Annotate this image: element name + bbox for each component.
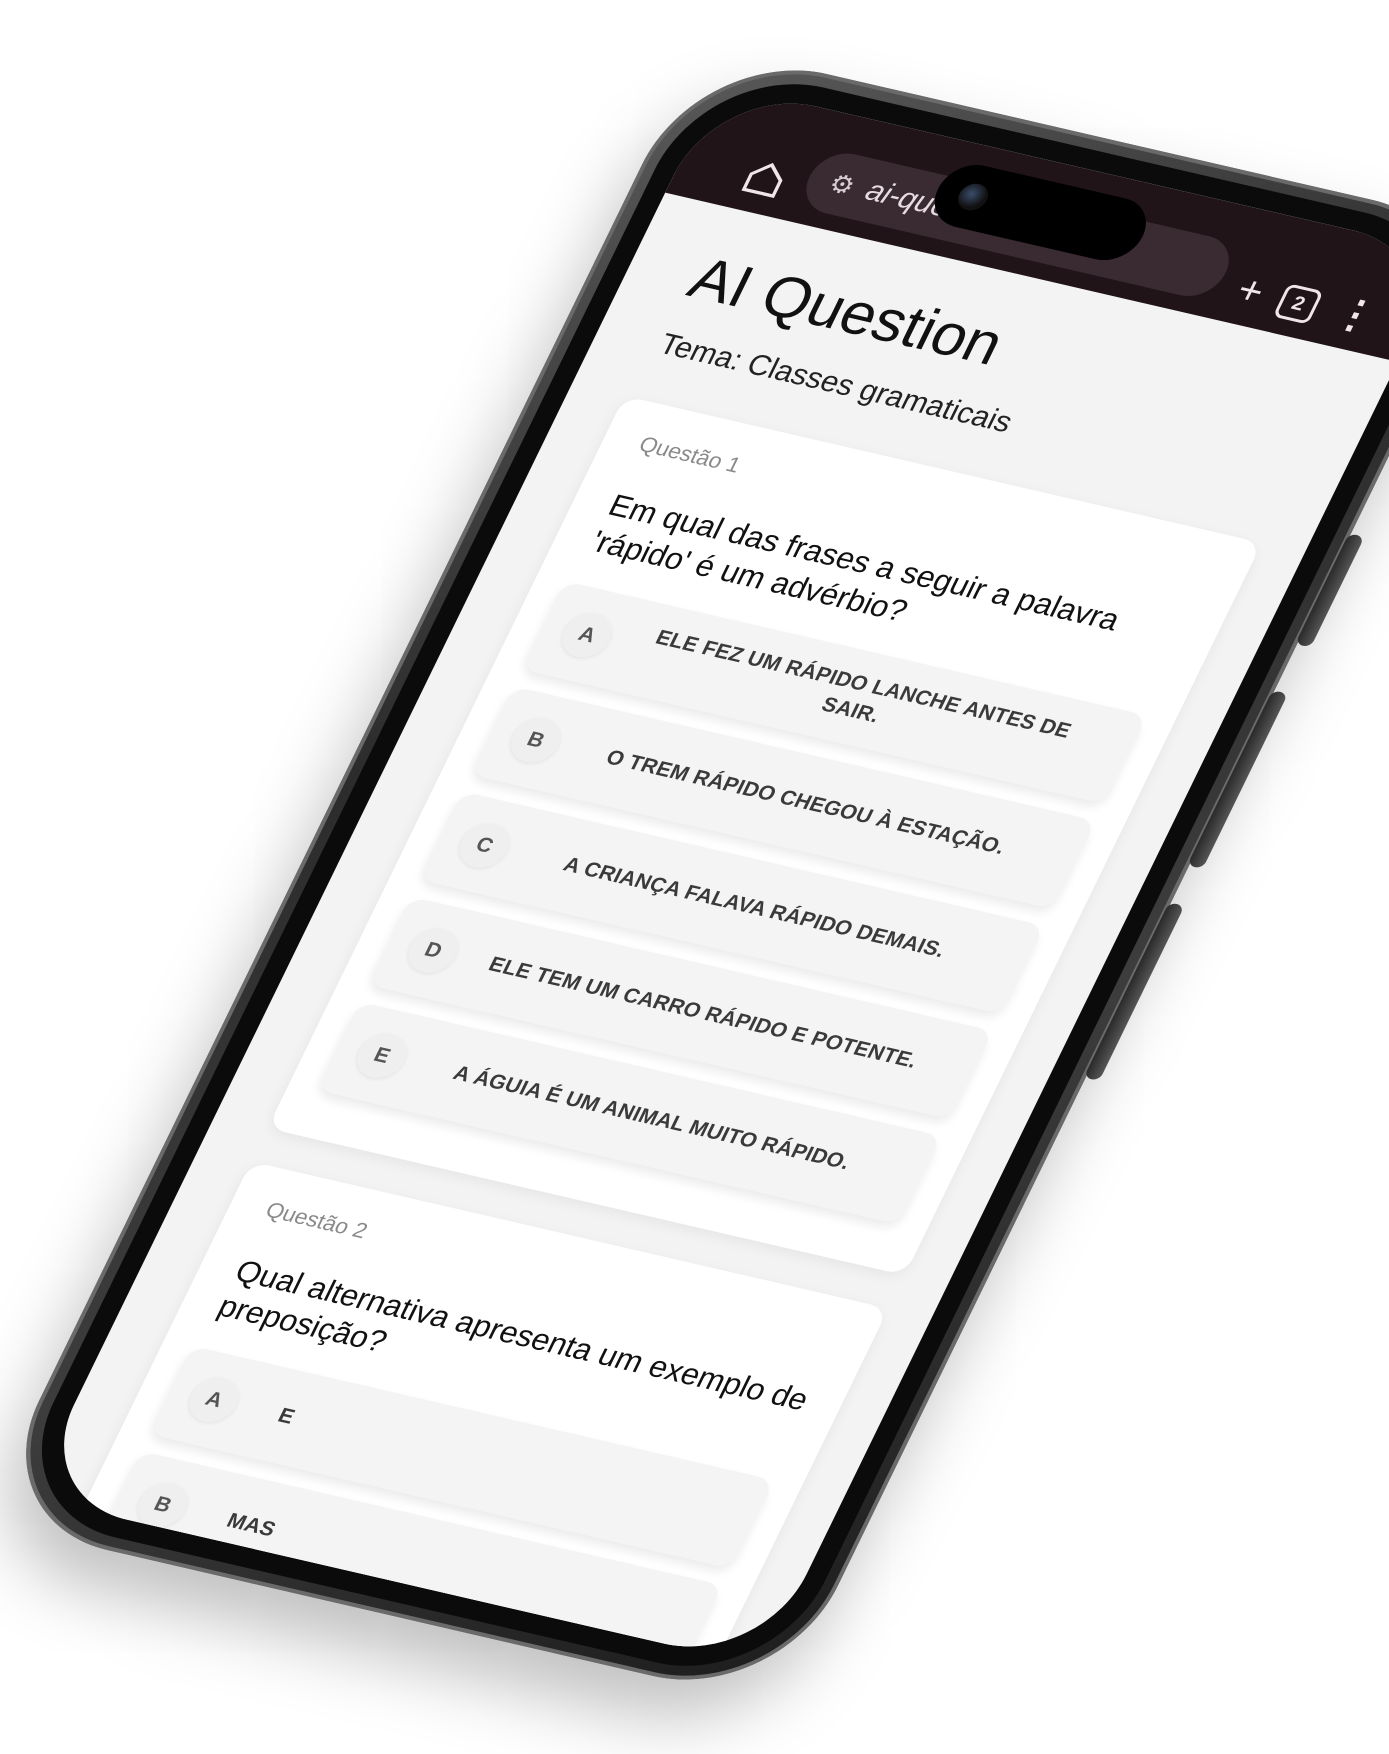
new-tab-icon[interactable]: + xyxy=(1229,268,1272,314)
tab-switcher-icon[interactable]: 2 xyxy=(1272,283,1324,325)
front-camera xyxy=(953,180,994,214)
page-content: AI Question Tema: Classes gramaticais Qu… xyxy=(29,193,1389,1667)
site-settings-icon[interactable]: ⚙ xyxy=(824,167,860,201)
phone-device: ⚙ ai-quest + 2 ⋮ AI Question Tema: Class… xyxy=(0,44,1389,1706)
home-icon[interactable] xyxy=(737,156,794,202)
question-card: Questão 1 Em qual das frases a seguir a … xyxy=(267,395,1262,1275)
phone-screen: ⚙ ai-quest + 2 ⋮ AI Question Tema: Class… xyxy=(29,83,1389,1667)
browser-menu-icon[interactable]: ⋮ xyxy=(1326,290,1385,340)
